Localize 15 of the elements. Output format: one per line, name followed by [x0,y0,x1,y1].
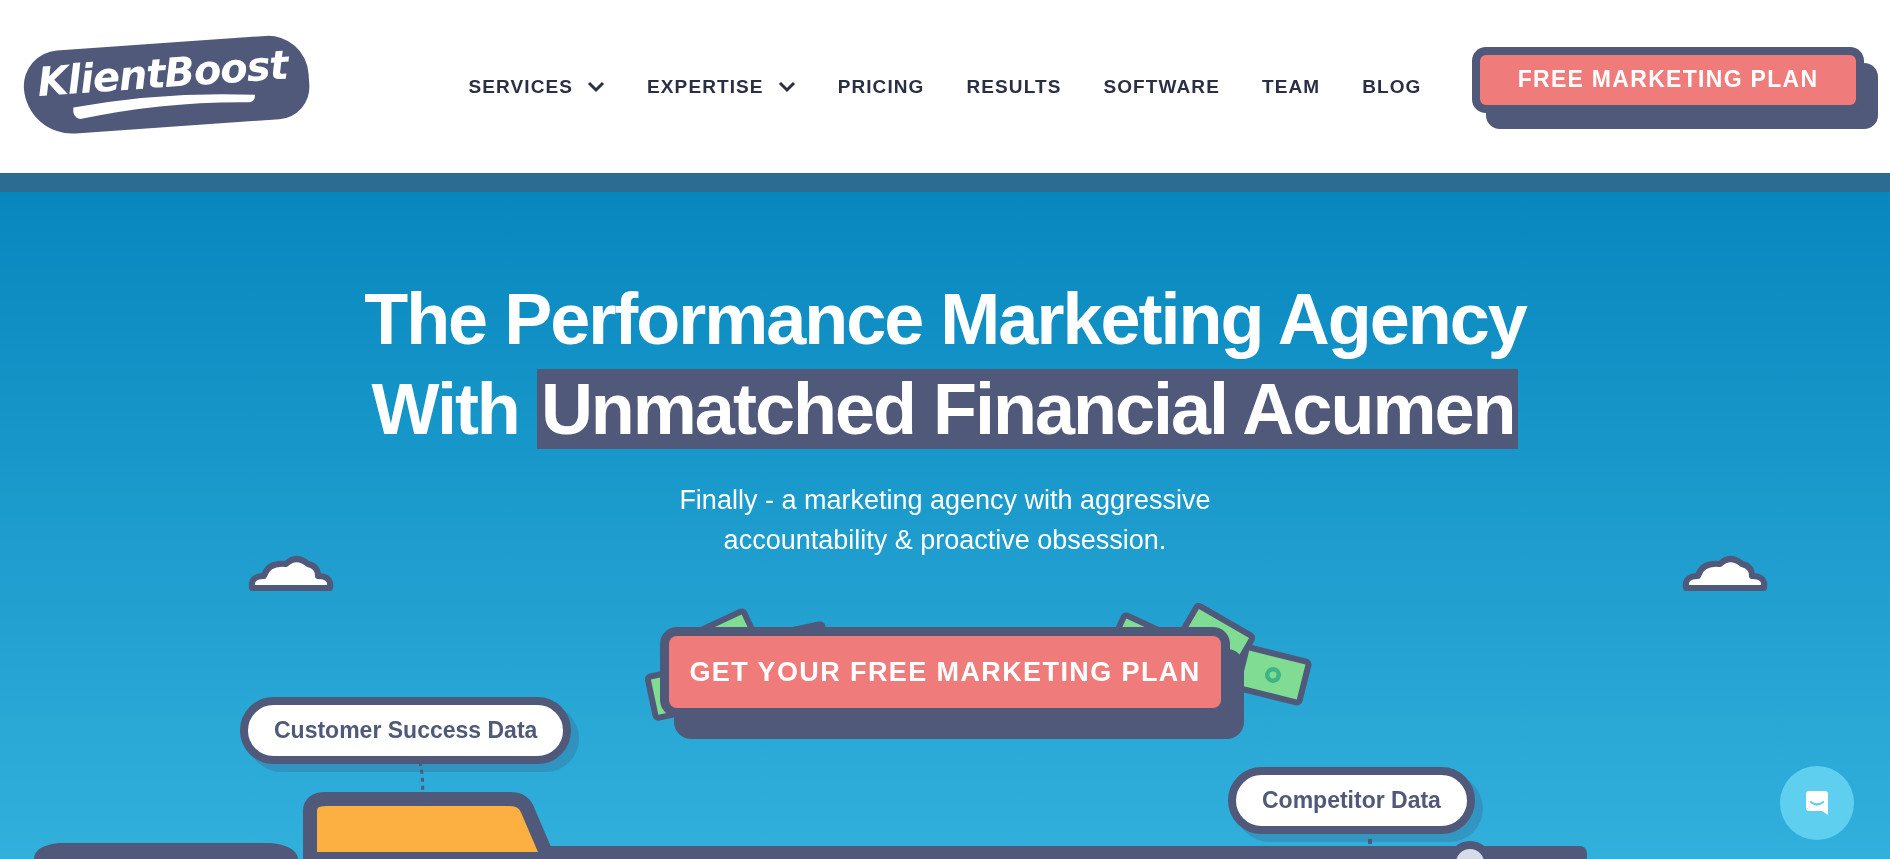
nav-link[interactable]: SERVICES [468,75,606,98]
subtitle: Finally - a marketing agency with aggressive [679,484,1211,517]
logo: KlientBoost [35,42,289,104]
nav-link[interactable]: BLOG [1362,75,1422,98]
data-label: Customer Success Data [240,697,572,764]
nav-link[interactable]: SOFTWARE [1103,75,1220,98]
headline-highlight: Unmatched Financial Acumen [536,369,1519,449]
headline: The Performance Marketing Agency [364,278,1526,361]
data-label: Competitor Data [1228,767,1475,834]
subtitle: accountability & proactive obsession. [723,524,1167,557]
nav-link[interactable]: PRICING [837,75,925,98]
nav-link[interactable]: TEAM [1261,75,1321,98]
nav-link[interactable]: EXPERTISE [647,75,796,98]
nav-link[interactable]: RESULTS [966,75,1062,98]
headline: With [371,369,519,449]
